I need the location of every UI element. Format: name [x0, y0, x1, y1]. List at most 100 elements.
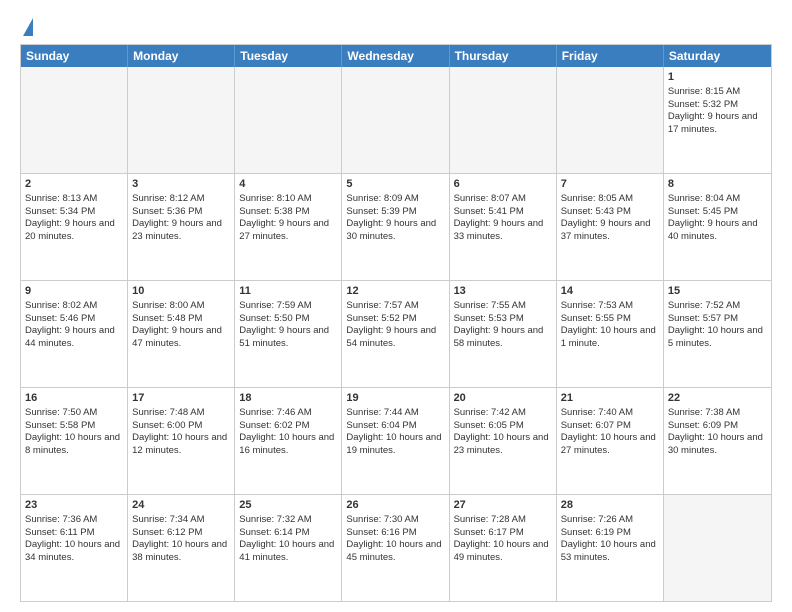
logo	[20, 16, 33, 36]
day-cell-16: 16Sunrise: 7:50 AM Sunset: 5:58 PM Dayli…	[21, 388, 128, 494]
day-number: 11	[239, 284, 337, 299]
day-detail: Sunrise: 8:00 AM Sunset: 5:48 PM Dayligh…	[132, 300, 224, 349]
day-cell-20: 20Sunrise: 7:42 AM Sunset: 6:05 PM Dayli…	[450, 388, 557, 494]
day-cell-19: 19Sunrise: 7:44 AM Sunset: 6:04 PM Dayli…	[342, 388, 449, 494]
logo-triangle-icon	[23, 18, 33, 36]
day-detail: Sunrise: 8:15 AM Sunset: 5:32 PM Dayligh…	[668, 86, 760, 135]
day-detail: Sunrise: 8:13 AM Sunset: 5:34 PM Dayligh…	[25, 193, 117, 242]
day-of-week-saturday: Saturday	[664, 45, 771, 67]
day-detail: Sunrise: 8:07 AM Sunset: 5:41 PM Dayligh…	[454, 193, 546, 242]
day-number: 26	[346, 498, 444, 513]
day-number: 23	[25, 498, 123, 513]
week-row-4: 16Sunrise: 7:50 AM Sunset: 5:58 PM Dayli…	[21, 387, 771, 494]
day-number: 12	[346, 284, 444, 299]
day-cell-22: 22Sunrise: 7:38 AM Sunset: 6:09 PM Dayli…	[664, 388, 771, 494]
day-detail: Sunrise: 8:05 AM Sunset: 5:43 PM Dayligh…	[561, 193, 653, 242]
day-number: 16	[25, 391, 123, 406]
day-detail: Sunrise: 7:26 AM Sunset: 6:19 PM Dayligh…	[561, 514, 659, 563]
day-cell-10: 10Sunrise: 8:00 AM Sunset: 5:48 PM Dayli…	[128, 281, 235, 387]
day-detail: Sunrise: 7:34 AM Sunset: 6:12 PM Dayligh…	[132, 514, 230, 563]
header	[20, 16, 772, 36]
day-cell-11: 11Sunrise: 7:59 AM Sunset: 5:50 PM Dayli…	[235, 281, 342, 387]
empty-cell	[664, 495, 771, 601]
day-number: 5	[346, 177, 444, 192]
day-number: 15	[668, 284, 767, 299]
day-of-week-tuesday: Tuesday	[235, 45, 342, 67]
day-cell-17: 17Sunrise: 7:48 AM Sunset: 6:00 PM Dayli…	[128, 388, 235, 494]
day-of-week-monday: Monday	[128, 45, 235, 67]
day-detail: Sunrise: 7:50 AM Sunset: 5:58 PM Dayligh…	[25, 407, 123, 456]
day-number: 25	[239, 498, 337, 513]
day-number: 18	[239, 391, 337, 406]
calendar-header: SundayMondayTuesdayWednesdayThursdayFrid…	[21, 45, 771, 67]
page: SundayMondayTuesdayWednesdayThursdayFrid…	[0, 0, 792, 612]
day-detail: Sunrise: 7:57 AM Sunset: 5:52 PM Dayligh…	[346, 300, 438, 349]
day-detail: Sunrise: 7:48 AM Sunset: 6:00 PM Dayligh…	[132, 407, 230, 456]
day-number: 13	[454, 284, 552, 299]
day-of-week-sunday: Sunday	[21, 45, 128, 67]
day-detail: Sunrise: 8:04 AM Sunset: 5:45 PM Dayligh…	[668, 193, 760, 242]
day-detail: Sunrise: 7:55 AM Sunset: 5:53 PM Dayligh…	[454, 300, 546, 349]
day-cell-15: 15Sunrise: 7:52 AM Sunset: 5:57 PM Dayli…	[664, 281, 771, 387]
day-detail: Sunrise: 8:10 AM Sunset: 5:38 PM Dayligh…	[239, 193, 331, 242]
day-number: 19	[346, 391, 444, 406]
empty-cell	[235, 67, 342, 173]
week-row-1: 1Sunrise: 8:15 AM Sunset: 5:32 PM Daylig…	[21, 67, 771, 173]
day-cell-23: 23Sunrise: 7:36 AM Sunset: 6:11 PM Dayli…	[21, 495, 128, 601]
day-cell-13: 13Sunrise: 7:55 AM Sunset: 5:53 PM Dayli…	[450, 281, 557, 387]
day-cell-5: 5Sunrise: 8:09 AM Sunset: 5:39 PM Daylig…	[342, 174, 449, 280]
day-number: 17	[132, 391, 230, 406]
day-detail: Sunrise: 7:59 AM Sunset: 5:50 PM Dayligh…	[239, 300, 331, 349]
day-detail: Sunrise: 7:53 AM Sunset: 5:55 PM Dayligh…	[561, 300, 659, 349]
day-detail: Sunrise: 7:52 AM Sunset: 5:57 PM Dayligh…	[668, 300, 766, 349]
day-detail: Sunrise: 7:46 AM Sunset: 6:02 PM Dayligh…	[239, 407, 337, 456]
day-number: 14	[561, 284, 659, 299]
calendar: SundayMondayTuesdayWednesdayThursdayFrid…	[20, 44, 772, 602]
day-detail: Sunrise: 7:44 AM Sunset: 6:04 PM Dayligh…	[346, 407, 444, 456]
day-cell-24: 24Sunrise: 7:34 AM Sunset: 6:12 PM Dayli…	[128, 495, 235, 601]
day-number: 6	[454, 177, 552, 192]
day-number: 4	[239, 177, 337, 192]
day-cell-9: 9Sunrise: 8:02 AM Sunset: 5:46 PM Daylig…	[21, 281, 128, 387]
day-cell-14: 14Sunrise: 7:53 AM Sunset: 5:55 PM Dayli…	[557, 281, 664, 387]
day-cell-12: 12Sunrise: 7:57 AM Sunset: 5:52 PM Dayli…	[342, 281, 449, 387]
week-row-5: 23Sunrise: 7:36 AM Sunset: 6:11 PM Dayli…	[21, 494, 771, 601]
day-cell-6: 6Sunrise: 8:07 AM Sunset: 5:41 PM Daylig…	[450, 174, 557, 280]
day-number: 1	[668, 70, 767, 85]
empty-cell	[450, 67, 557, 173]
day-cell-27: 27Sunrise: 7:28 AM Sunset: 6:17 PM Dayli…	[450, 495, 557, 601]
day-cell-8: 8Sunrise: 8:04 AM Sunset: 5:45 PM Daylig…	[664, 174, 771, 280]
empty-cell	[128, 67, 235, 173]
day-cell-18: 18Sunrise: 7:46 AM Sunset: 6:02 PM Dayli…	[235, 388, 342, 494]
day-number: 7	[561, 177, 659, 192]
week-row-3: 9Sunrise: 8:02 AM Sunset: 5:46 PM Daylig…	[21, 280, 771, 387]
day-detail: Sunrise: 7:36 AM Sunset: 6:11 PM Dayligh…	[25, 514, 123, 563]
empty-cell	[342, 67, 449, 173]
day-cell-26: 26Sunrise: 7:30 AM Sunset: 6:16 PM Dayli…	[342, 495, 449, 601]
day-detail: Sunrise: 7:42 AM Sunset: 6:05 PM Dayligh…	[454, 407, 552, 456]
day-cell-1: 1Sunrise: 8:15 AM Sunset: 5:32 PM Daylig…	[664, 67, 771, 173]
week-row-2: 2Sunrise: 8:13 AM Sunset: 5:34 PM Daylig…	[21, 173, 771, 280]
day-detail: Sunrise: 7:28 AM Sunset: 6:17 PM Dayligh…	[454, 514, 552, 563]
day-detail: Sunrise: 8:09 AM Sunset: 5:39 PM Dayligh…	[346, 193, 438, 242]
day-detail: Sunrise: 7:38 AM Sunset: 6:09 PM Dayligh…	[668, 407, 766, 456]
day-number: 24	[132, 498, 230, 513]
day-detail: Sunrise: 8:12 AM Sunset: 5:36 PM Dayligh…	[132, 193, 224, 242]
day-cell-4: 4Sunrise: 8:10 AM Sunset: 5:38 PM Daylig…	[235, 174, 342, 280]
day-cell-21: 21Sunrise: 7:40 AM Sunset: 6:07 PM Dayli…	[557, 388, 664, 494]
day-number: 20	[454, 391, 552, 406]
day-number: 28	[561, 498, 659, 513]
day-detail: Sunrise: 7:40 AM Sunset: 6:07 PM Dayligh…	[561, 407, 659, 456]
day-number: 21	[561, 391, 659, 406]
day-number: 9	[25, 284, 123, 299]
day-number: 8	[668, 177, 767, 192]
day-of-week-friday: Friday	[557, 45, 664, 67]
calendar-body: 1Sunrise: 8:15 AM Sunset: 5:32 PM Daylig…	[21, 67, 771, 601]
empty-cell	[21, 67, 128, 173]
day-of-week-wednesday: Wednesday	[342, 45, 449, 67]
day-cell-2: 2Sunrise: 8:13 AM Sunset: 5:34 PM Daylig…	[21, 174, 128, 280]
day-of-week-thursday: Thursday	[450, 45, 557, 67]
day-cell-25: 25Sunrise: 7:32 AM Sunset: 6:14 PM Dayli…	[235, 495, 342, 601]
day-cell-3: 3Sunrise: 8:12 AM Sunset: 5:36 PM Daylig…	[128, 174, 235, 280]
day-detail: Sunrise: 7:30 AM Sunset: 6:16 PM Dayligh…	[346, 514, 444, 563]
